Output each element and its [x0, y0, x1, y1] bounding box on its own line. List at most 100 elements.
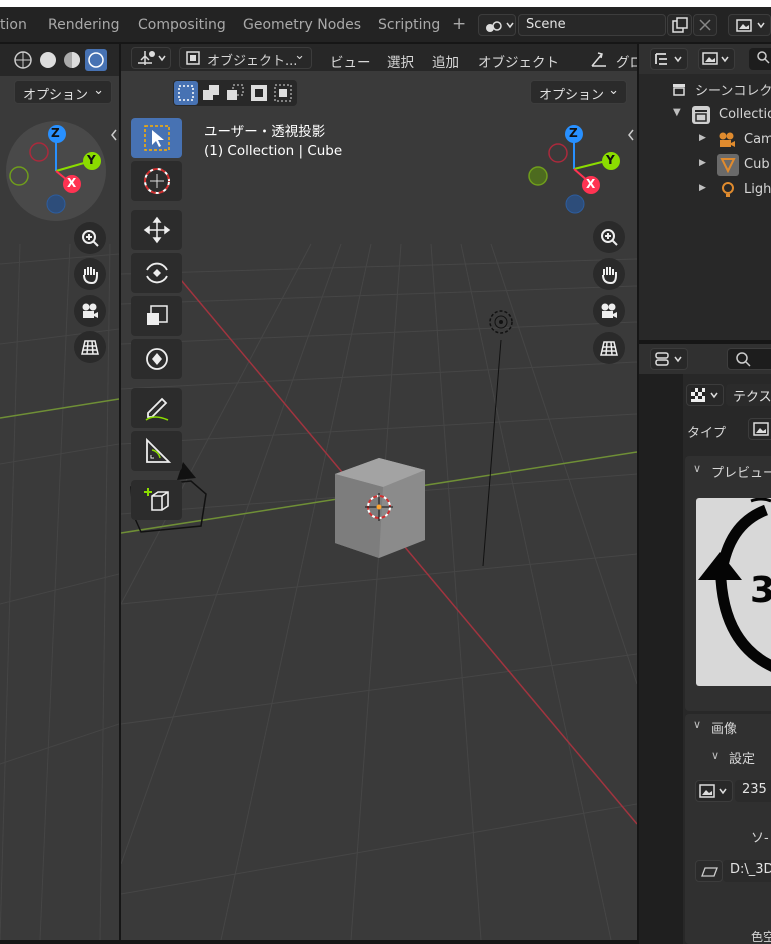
left-sidebar-toggle-icon[interactable]	[109, 128, 119, 142]
transform-orientation-icon[interactable]	[589, 49, 609, 69]
select-subtract-button[interactable]	[223, 81, 247, 105]
viewport-options-dropdown[interactable]: オプション ⌄	[530, 80, 627, 104]
image-name-field[interactable]: 235	[735, 780, 771, 802]
outliner-item-light[interactable]: ▶ Ligh	[639, 178, 771, 202]
mesh-object-icon	[717, 154, 739, 176]
left-camera-button[interactable]	[74, 295, 106, 327]
menu-select[interactable]: 選択	[387, 51, 414, 71]
menu-object[interactable]: オブジェクト	[478, 51, 559, 71]
expand-arrow-icon[interactable]: ▶	[699, 133, 706, 143]
collection-label: Collection	[719, 107, 771, 122]
properties-search-input[interactable]	[727, 348, 771, 370]
outliner-item-cube[interactable]: ▶ Cub	[639, 153, 771, 177]
menu-view[interactable]: ビュー	[330, 51, 371, 71]
display-mode-button[interactable]	[650, 48, 688, 70]
add-workspace-button[interactable]: +	[452, 14, 466, 34]
menu-add[interactable]: 追加	[432, 51, 459, 71]
select-new-button[interactable]	[174, 81, 198, 105]
left-options-dropdown[interactable]: オプション ⌄	[14, 80, 112, 104]
object-mode-dropdown[interactable]: オブジェクト... ⌄	[179, 47, 312, 69]
texture-browse-button[interactable]	[686, 384, 724, 406]
select-subtract-icon	[227, 84, 244, 100]
grid-icon	[600, 341, 618, 356]
file-browse-button[interactable]	[695, 860, 723, 882]
type-label: タイプ	[687, 426, 727, 441]
main-viewport[interactable]: オブジェクト... ⌄ ビュー 選択 追加 オブジェクト グロ オプション ⌄ …	[121, 44, 637, 940]
move-tool[interactable]	[131, 210, 182, 250]
left-pan-button[interactable]	[74, 258, 106, 290]
image-browse-button[interactable]	[695, 780, 733, 802]
tab-compositing[interactable]: Compositing	[138, 17, 226, 33]
delete-scene-button[interactable]	[693, 14, 717, 36]
add-cube-tool[interactable]	[131, 480, 182, 520]
menu-global[interactable]: グロ	[616, 51, 637, 71]
rotate-tool[interactable]	[131, 253, 182, 293]
shading-modes[interactable]	[10, 48, 110, 72]
folder-icon	[701, 867, 718, 877]
texture-type-dropdown[interactable]	[748, 418, 771, 440]
tab-rendering[interactable]: Rendering	[48, 17, 120, 33]
outliner-collection-row[interactable]: ▼ Collection	[639, 103, 771, 127]
texture-name-field[interactable]: テクス	[726, 384, 771, 406]
view-layer-button[interactable]	[728, 14, 771, 36]
measure-tool[interactable]	[131, 431, 182, 471]
left-viewport[interactable]: オプション ⌄ Z Y X	[0, 44, 119, 940]
expand-arrow-icon[interactable]: ▶	[699, 158, 706, 168]
outliner-search-input[interactable]	[749, 48, 771, 70]
tab-scripting[interactable]: Scripting	[378, 17, 440, 33]
outliner-header	[639, 44, 771, 74]
select-extend-button[interactable]	[199, 81, 223, 105]
scene-name-field[interactable]: Scene	[518, 14, 666, 36]
select-intersect-button[interactable]	[271, 81, 295, 105]
properties-panel: テクス タイプ ∨ プレビュー 3 ∨ 画像 ∨ 設定 235 ソ- D:\_3…	[639, 344, 771, 944]
blender-window: tion Rendering Compositing Geometry Node…	[0, 0, 771, 944]
outliner-scene-collection-row[interactable]: シーンコレク	[639, 78, 771, 100]
gizmo-x-label: X	[586, 177, 596, 191]
scene-collection-icon	[673, 84, 685, 96]
select-box-tool[interactable]	[131, 118, 182, 158]
left-ortho-button[interactable]	[74, 331, 106, 363]
ortho-toggle-button[interactable]	[593, 332, 625, 364]
scene-selector: Scene	[476, 14, 771, 40]
chevron-down-icon[interactable]: ∨	[693, 462, 701, 475]
properties-editor-icon	[655, 352, 682, 366]
expand-arrow-icon[interactable]: ▶	[699, 183, 706, 193]
chevron-down-icon[interactable]: ∨	[711, 749, 719, 762]
preview-number-text: 3	[750, 570, 771, 611]
transform-pivot-button[interactable]	[131, 47, 171, 69]
new-scene-button[interactable]	[667, 14, 692, 36]
checker-icon	[691, 388, 718, 402]
tab-animation[interactable]: tion	[0, 17, 27, 33]
file-path-field[interactable]: D:\_3D	[723, 860, 771, 882]
properties-header	[639, 344, 771, 374]
annotate-tool[interactable]	[131, 388, 182, 428]
chevron-down-icon[interactable]: ∨	[693, 718, 701, 731]
select-invert-icon	[251, 85, 267, 101]
scene-icon	[486, 21, 514, 32]
render-layer-icon	[736, 19, 765, 32]
camera-icon	[82, 303, 98, 318]
camera-view-button[interactable]	[593, 295, 625, 327]
cursor-icon	[143, 125, 170, 151]
zoom-button[interactable]	[593, 221, 625, 253]
scale-tool[interactable]	[131, 296, 182, 336]
select-invert-button[interactable]	[247, 81, 271, 105]
tab-geometry-nodes[interactable]: Geometry Nodes	[243, 17, 361, 33]
scene-browse-button[interactable]	[478, 14, 516, 36]
transform-tool[interactable]	[131, 339, 182, 379]
left-zoom-button[interactable]	[74, 222, 106, 254]
collection-info-text: (1) Collection | Cube	[204, 143, 343, 159]
outliner-item-label: Ligh	[744, 182, 771, 197]
hand-icon	[83, 267, 98, 284]
expand-arrow-icon[interactable]: ▼	[673, 107, 681, 118]
select-extend-icon	[203, 85, 219, 100]
filter-button[interactable]	[698, 48, 735, 70]
editor-type-button[interactable]	[650, 348, 688, 370]
light-object-icon	[722, 182, 734, 197]
settings-label: 設定	[729, 752, 756, 767]
outliner-item-camera[interactable]: ▶ Cam	[639, 128, 771, 152]
pan-button[interactable]	[593, 258, 625, 290]
search-icon	[736, 352, 751, 367]
cursor-tool[interactable]	[131, 161, 182, 201]
sidebar-toggle-icon[interactable]	[626, 128, 636, 142]
